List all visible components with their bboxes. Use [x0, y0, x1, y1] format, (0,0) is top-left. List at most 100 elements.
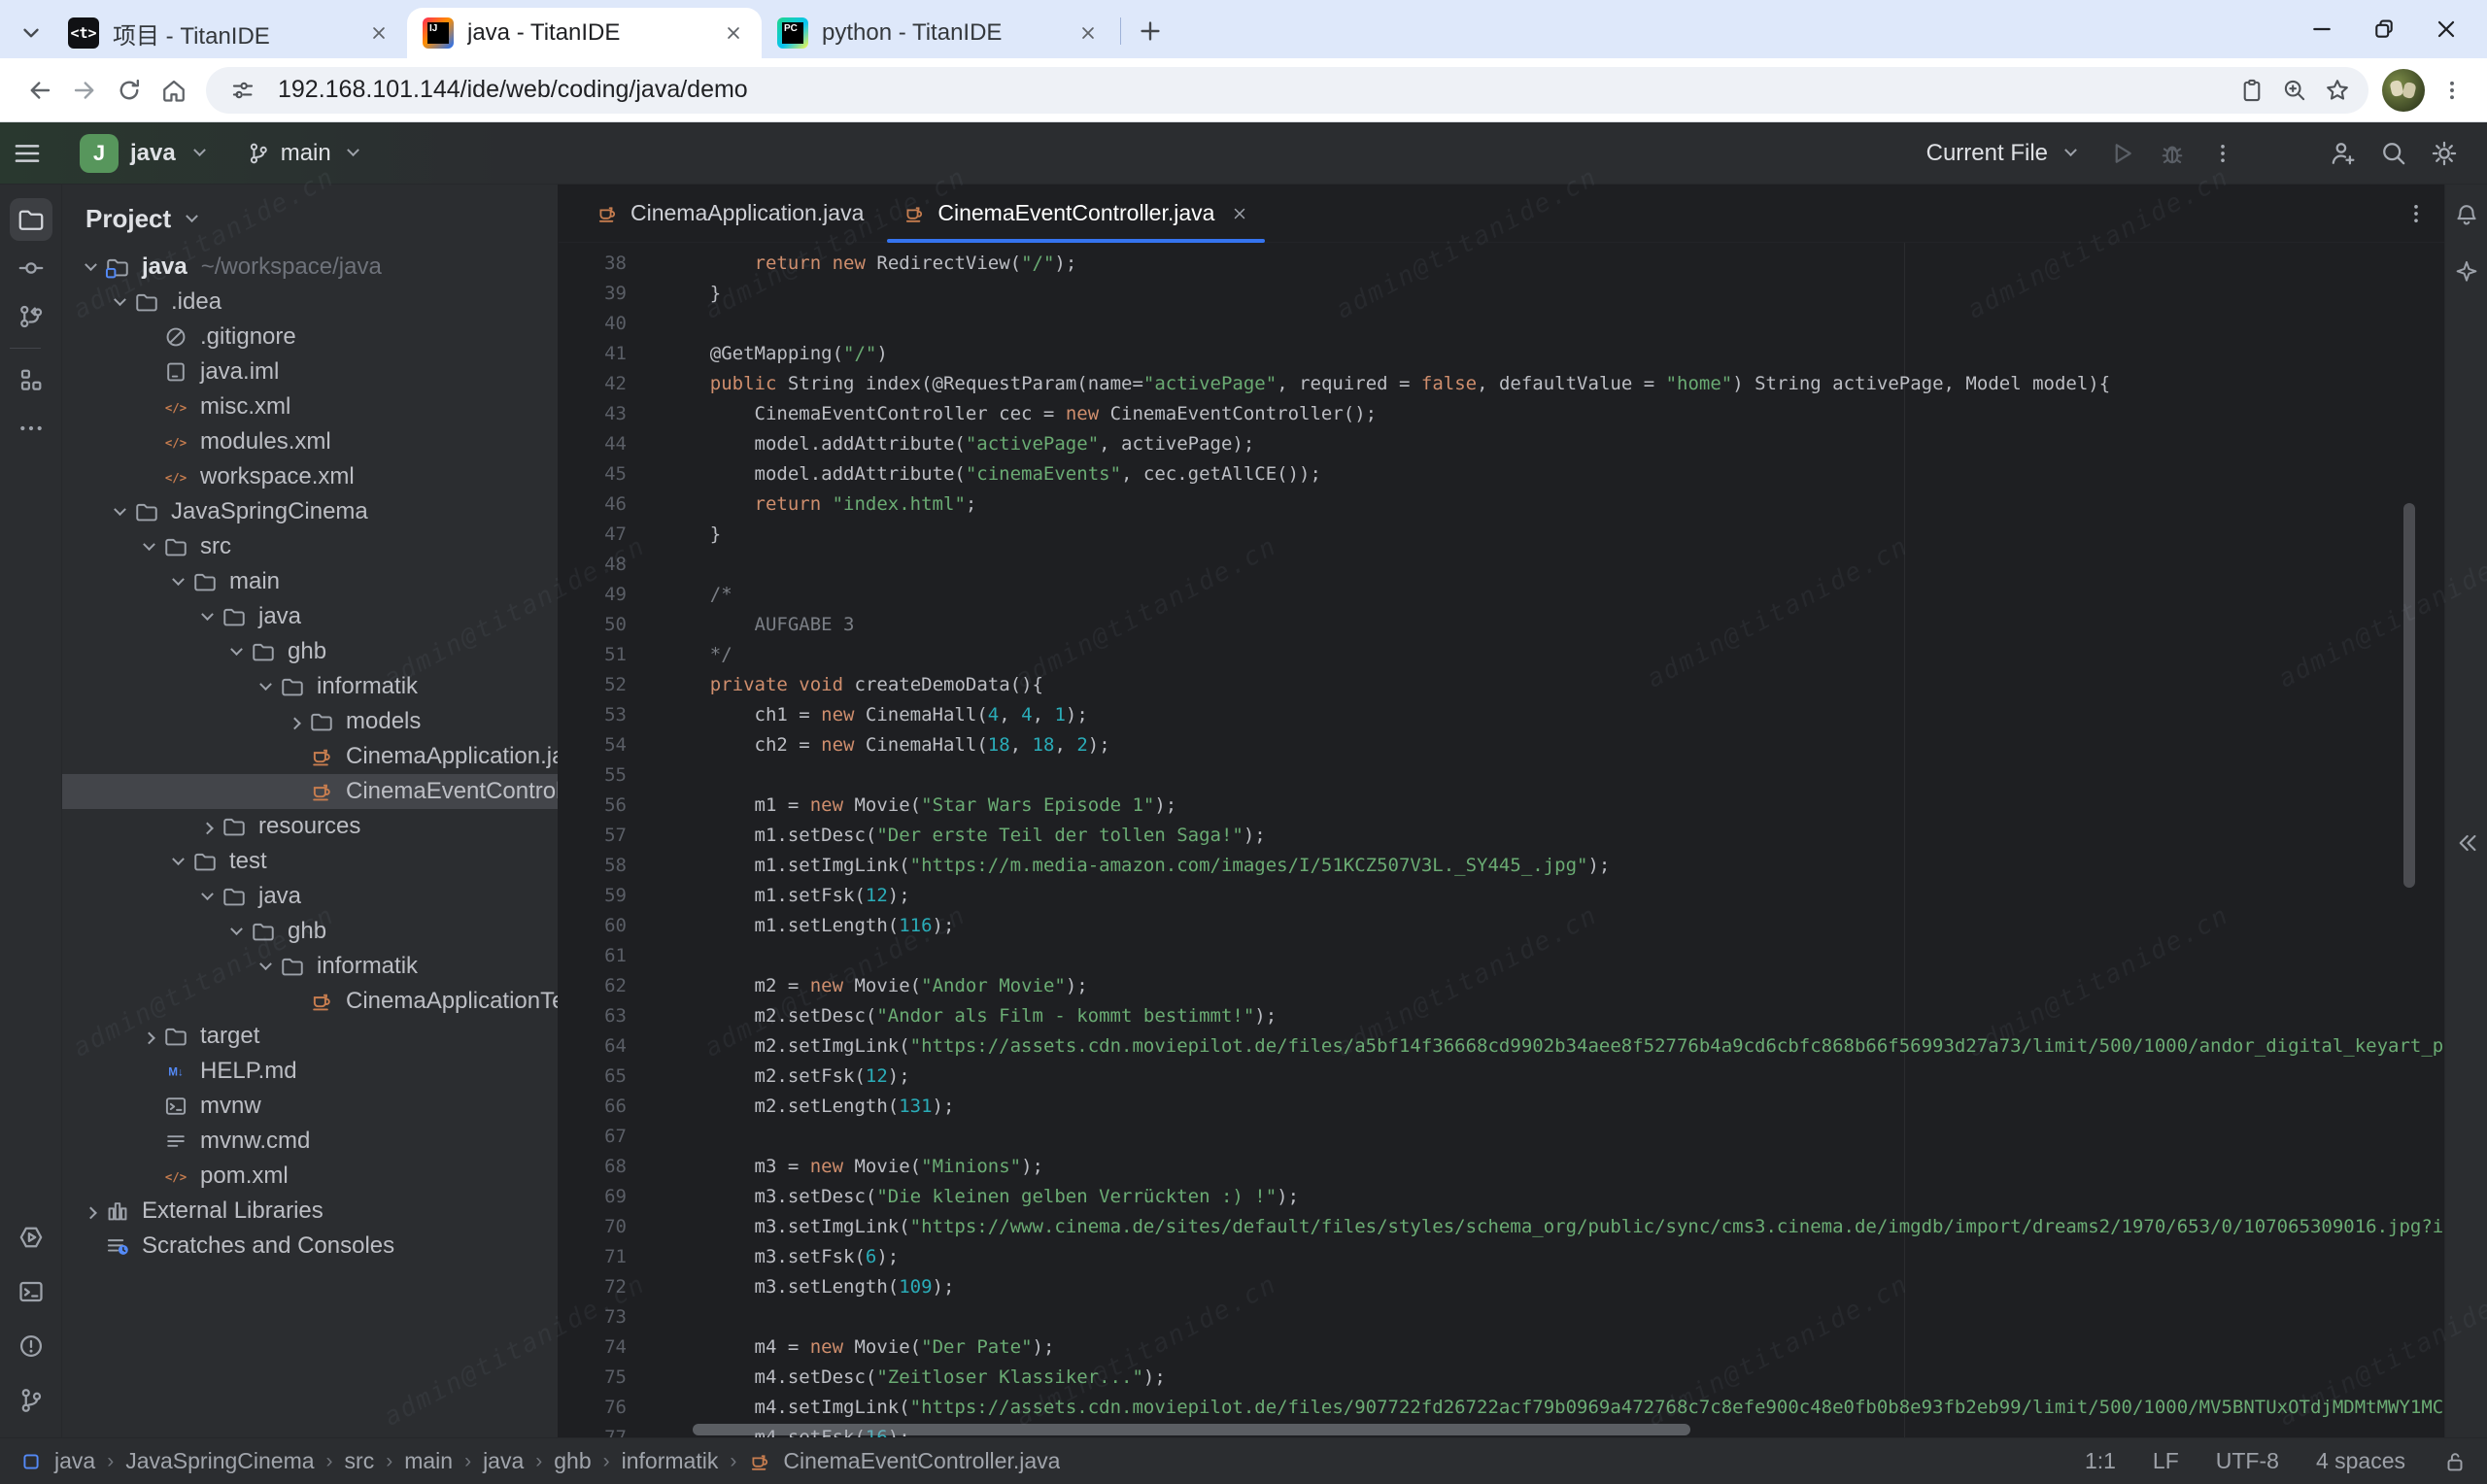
run-configuration-selector[interactable]: Current File: [1926, 140, 2083, 167]
reload-button[interactable]: [107, 68, 152, 113]
tree-item[interactable]: java: [62, 879, 558, 914]
tree-toggle-icon[interactable]: [251, 954, 280, 979]
code-editor[interactable]: 38 return new RedirectView("/");39 }4041…: [559, 243, 2444, 1437]
tree-item[interactable]: External Libraries: [62, 1194, 558, 1229]
tool-window-services-icon[interactable]: [10, 1216, 52, 1259]
tree-item[interactable]: ghb: [62, 914, 558, 949]
close-tab-icon[interactable]: [1230, 204, 1249, 223]
search-everywhere-icon[interactable]: [2372, 132, 2415, 175]
tree-toggle-icon[interactable]: [221, 919, 251, 944]
tree-item[interactable]: ghb: [62, 634, 558, 669]
browser-menu-icon[interactable]: [2433, 69, 2471, 112]
tool-window-git-icon[interactable]: [10, 1379, 52, 1422]
site-settings-icon[interactable]: [221, 69, 264, 112]
tree-toggle-icon[interactable]: [192, 814, 221, 839]
lock-open-icon[interactable]: [2442, 1449, 2468, 1474]
tree-toggle-icon[interactable]: [76, 254, 105, 280]
home-button[interactable]: [152, 68, 196, 113]
settings-gear-icon[interactable]: [2423, 132, 2466, 175]
breadcrumb-item[interactable]: informatik: [622, 1448, 719, 1474]
tree-item[interactable]: .gitignore: [62, 320, 558, 354]
close-window-button[interactable]: [2415, 2, 2477, 56]
debug-button[interactable]: [2151, 132, 2194, 175]
breadcrumb-item[interactable]: CinemaEventController.java: [783, 1448, 1060, 1474]
tree-toggle-icon[interactable]: [163, 849, 192, 874]
restore-button[interactable]: [2353, 2, 2415, 56]
close-tab-icon[interactable]: [1073, 18, 1103, 48]
tree-item[interactable]: CinemaApplicationTests.java: [62, 984, 558, 1019]
tool-window-terminal-icon[interactable]: [10, 1270, 52, 1313]
tree-item[interactable]: mvnw.cmd: [62, 1124, 558, 1159]
tree-item[interactable]: M↓HELP.md: [62, 1054, 558, 1089]
code-with-me-icon[interactable]: [2322, 132, 2365, 175]
tree-item[interactable]: java.iml: [62, 354, 558, 389]
breadcrumb-item[interactable]: java: [54, 1448, 95, 1474]
clipboard-icon[interactable]: [2231, 69, 2273, 112]
tree-item[interactable]: target: [62, 1019, 558, 1054]
tree-item[interactable]: </>misc.xml: [62, 389, 558, 424]
tree-item[interactable]: resources: [62, 809, 558, 844]
tool-window-more-icon[interactable]: [10, 407, 52, 450]
tree-toggle-icon[interactable]: [134, 1024, 163, 1049]
project-panel-header[interactable]: Project: [62, 185, 558, 234]
tree-item[interactable]: JavaSpringCinema: [62, 494, 558, 529]
tab-search-icon[interactable]: [10, 12, 52, 54]
tree-toggle-icon[interactable]: [251, 674, 280, 699]
close-tab-icon[interactable]: [364, 18, 393, 48]
back-button[interactable]: [17, 68, 62, 113]
url-text[interactable]: 192.168.101.144/ide/web/coding/java/demo: [278, 76, 2231, 104]
tree-toggle-icon[interactable]: [192, 604, 221, 629]
run-button[interactable]: [2100, 132, 2143, 175]
zoom-icon[interactable]: [2273, 69, 2316, 112]
tree-item[interactable]: </>modules.xml: [62, 424, 558, 459]
tree-item[interactable]: CinemaApplication.java: [62, 739, 558, 774]
main-menu-icon[interactable]: [0, 137, 54, 170]
indent-style[interactable]: 4 spaces: [2316, 1448, 2405, 1474]
project-widget[interactable]: J java: [80, 134, 213, 173]
horizontal-scrollbar[interactable]: [693, 1424, 1690, 1435]
tree-item[interactable]: Scratches and Consoles: [62, 1229, 558, 1264]
ai-assistant-icon[interactable]: [2449, 254, 2484, 289]
line-ending[interactable]: LF: [2153, 1448, 2179, 1474]
breadcrumb-item[interactable]: main: [404, 1448, 453, 1474]
tree-toggle-icon[interactable]: [192, 884, 221, 909]
caret-position[interactable]: 1:1: [2085, 1448, 2116, 1474]
tool-window-commit-icon[interactable]: [10, 247, 52, 289]
tree-item[interactable]: models: [62, 704, 558, 739]
browser-tab[interactable]: PCpython - TitanIDE: [762, 8, 1116, 58]
minimize-button[interactable]: [2291, 2, 2353, 56]
breadcrumb-item[interactable]: JavaSpringCinema: [125, 1448, 314, 1474]
tree-item[interactable]: mvnw: [62, 1089, 558, 1124]
tree-toggle-icon[interactable]: [76, 1198, 105, 1224]
tree-toggle-icon[interactable]: [221, 639, 251, 664]
tree-toggle-icon[interactable]: [163, 569, 192, 594]
breadcrumb-item[interactable]: java: [483, 1448, 524, 1474]
vertical-scrollbar[interactable]: [2403, 503, 2415, 888]
tree-item[interactable]: java~/workspace/java: [62, 250, 558, 285]
file-encoding[interactable]: UTF-8: [2216, 1448, 2279, 1474]
address-bar[interactable]: 192.168.101.144/ide/web/coding/java/demo: [206, 67, 2368, 114]
forward-button[interactable]: [62, 68, 107, 113]
notifications-bell-icon[interactable]: [2449, 198, 2484, 233]
close-tab-icon[interactable]: [719, 18, 748, 48]
browser-tab[interactable]: <t>项目 - TitanIDE: [52, 8, 407, 58]
tree-item[interactable]: test: [62, 844, 558, 879]
editor-tab[interactable]: CinemaEventController.java: [883, 185, 1269, 242]
tool-window-problems-icon[interactable]: [10, 1325, 52, 1367]
tool-window-structure-icon[interactable]: [10, 358, 52, 401]
tree-toggle-icon[interactable]: [134, 534, 163, 559]
bookmark-star-icon[interactable]: [2316, 69, 2359, 112]
editor-tab-options-icon[interactable]: [2403, 201, 2429, 226]
more-actions-icon[interactable]: [2201, 132, 2244, 175]
tree-item[interactable]: informatik: [62, 669, 558, 704]
breadcrumb-item[interactable]: ghb: [554, 1448, 591, 1474]
tree-item[interactable]: .idea: [62, 285, 558, 320]
tree-item[interactable]: main: [62, 564, 558, 599]
breadcrumb-item[interactable]: src: [345, 1448, 375, 1474]
new-tab-button[interactable]: [1131, 12, 1170, 51]
tree-item[interactable]: </>workspace.xml: [62, 459, 558, 494]
tree-item[interactable]: java: [62, 599, 558, 634]
branch-widget[interactable]: main: [246, 140, 366, 167]
browser-tab[interactable]: IJjava - TitanIDE: [407, 8, 762, 58]
tree-item[interactable]: </>pom.xml: [62, 1159, 558, 1194]
